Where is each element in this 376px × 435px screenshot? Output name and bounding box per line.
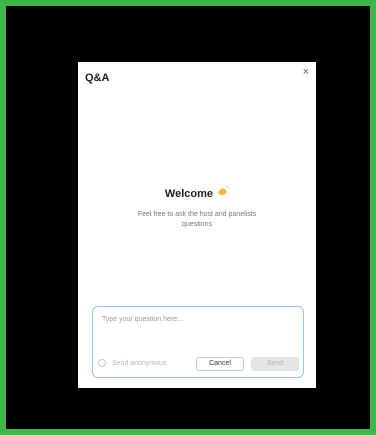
screen-background: Q&A × Welcome Feel free to ask the host … (6, 6, 370, 429)
anonymous-checkbox[interactable] (98, 359, 106, 367)
waving-hand-icon (218, 186, 230, 195)
welcome-section: Welcome Feel free to ask the host and pa… (78, 186, 316, 230)
question-input[interactable]: Type your question here... Send anonymou… (92, 306, 304, 378)
send-button[interactable]: Send (251, 357, 299, 371)
welcome-title: Welcome (164, 188, 214, 200)
anonymous-option[interactable]: Send anonymous (98, 359, 166, 367)
close-icon[interactable]: × (303, 67, 309, 78)
anonymous-label[interactable]: Send anonymous (112, 360, 166, 367)
question-placeholder[interactable]: Type your question here... (102, 316, 183, 323)
cancel-button[interactable]: Cancel (196, 357, 244, 371)
welcome-subtitle: Feel free to ask the host and panelists … (137, 211, 257, 228)
dialog-title: Q&A (85, 72, 110, 84)
qa-dialog: Q&A × Welcome Feel free to ask the host … (78, 62, 316, 388)
welcome-heading: Welcome (78, 186, 316, 200)
